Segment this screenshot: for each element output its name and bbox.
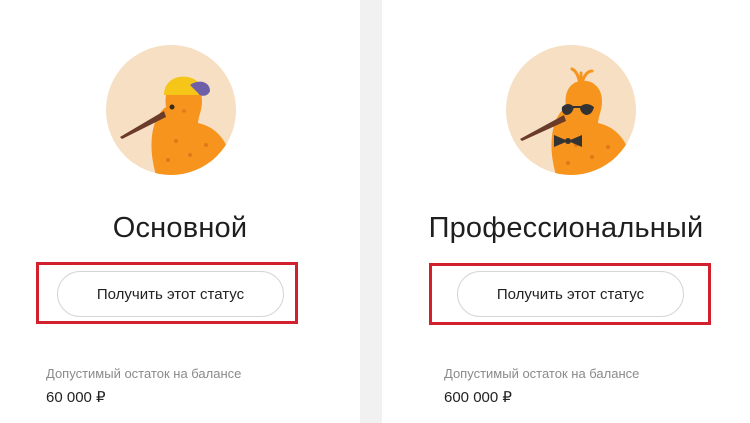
status-card-professional: Профессиональный Получить этот статус До… [382, 0, 750, 423]
balance-value: 600 000 ₽ [444, 389, 512, 406]
get-status-button[interactable]: Получить этот статус [57, 271, 284, 317]
kiwi-bird-cap-icon [106, 45, 236, 175]
status-title: Профессиональный [428, 212, 704, 244]
status-title: Основной [112, 212, 248, 244]
balance-label: Допустимый остаток на балансе [444, 366, 640, 381]
kiwi-bird-sunglasses-bowtie-icon [506, 45, 636, 175]
get-status-button[interactable]: Получить этот статус [457, 271, 684, 317]
balance-value: 60 000 ₽ [46, 389, 106, 406]
column-divider [360, 0, 382, 423]
balance-label: Допустимый остаток на балансе [46, 366, 242, 381]
status-card-basic: Основной Получить этот статус Допустимый… [0, 0, 360, 423]
